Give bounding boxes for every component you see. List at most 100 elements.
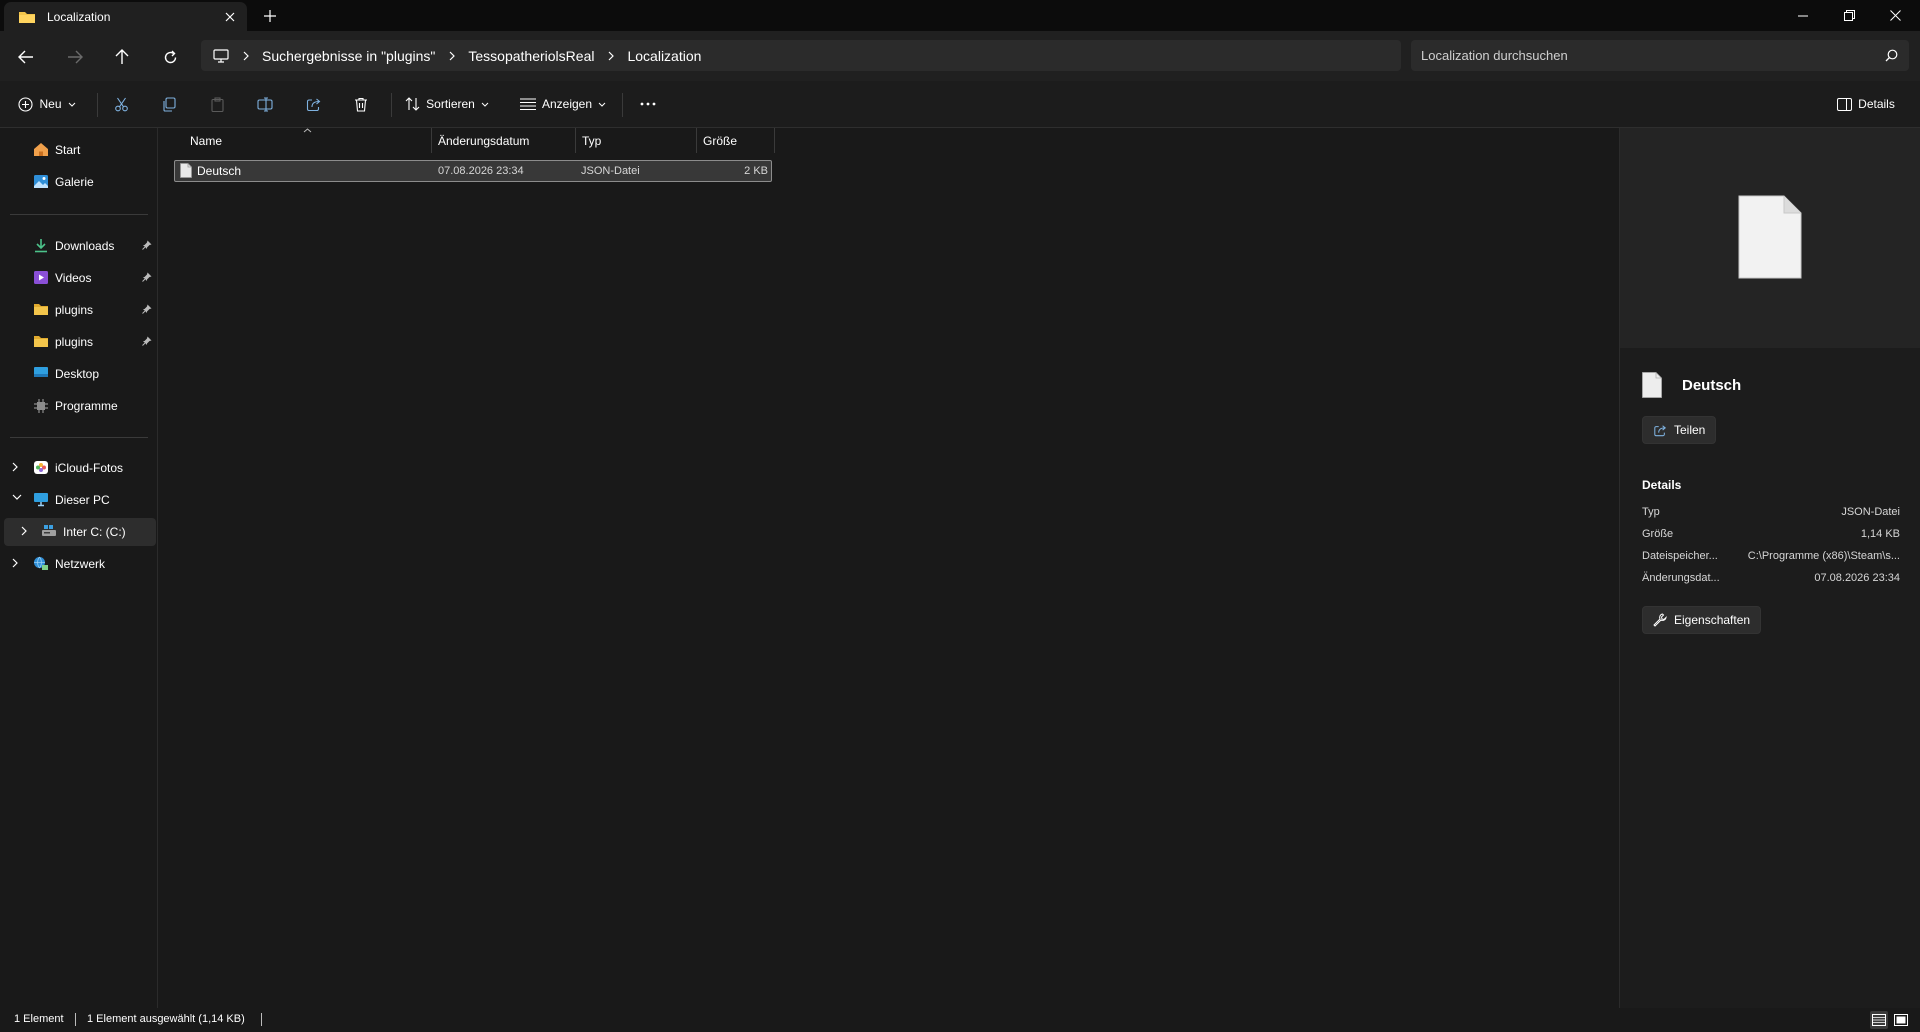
tiles-view-icon xyxy=(1894,1014,1908,1026)
sort-button-label: Sortieren xyxy=(426,97,475,111)
videos-icon xyxy=(33,270,49,285)
new-tab-button[interactable] xyxy=(258,5,282,27)
restore-icon xyxy=(1843,10,1855,21)
toolbar-separator xyxy=(391,93,392,117)
details-pane-button[interactable]: Details xyxy=(1830,89,1902,119)
sidebar-separator xyxy=(10,437,148,438)
folder-icon xyxy=(33,334,49,348)
sidebar-item-plugins-2[interactable]: plugins xyxy=(4,328,156,356)
property-type: Typ JSON-Datei xyxy=(1642,506,1900,518)
chevron-right-icon[interactable] xyxy=(12,558,18,568)
minimize-button[interactable] xyxy=(1780,0,1826,31)
desktop-icon xyxy=(33,366,49,380)
chevron-right-icon[interactable] xyxy=(608,51,615,61)
details-section-title: Details xyxy=(1642,478,1682,492)
sidebar-item-plugins[interactable]: plugins xyxy=(4,296,156,324)
sidebar-item-desktop[interactable]: Desktop xyxy=(4,360,156,388)
breadcrumb-item-search-results[interactable]: Suchergebnisse in "plugins" xyxy=(262,48,435,64)
sidebar-item-programme[interactable]: Programme xyxy=(4,392,156,420)
details-view-icon xyxy=(1872,1014,1886,1026)
breadcrumb-item-folder[interactable]: TessopatheriolsReal xyxy=(468,48,594,64)
share-button[interactable] xyxy=(298,89,328,119)
file-size: 2 KB xyxy=(744,165,768,177)
file-type: JSON-Datei xyxy=(581,165,640,177)
paste-button[interactable] xyxy=(202,89,232,119)
sidebar-item-network[interactable]: Netzwerk xyxy=(4,550,156,578)
sidebar-item-start[interactable]: Start xyxy=(4,136,156,164)
chevron-right-icon[interactable] xyxy=(21,526,27,536)
details-pane-icon xyxy=(1837,97,1853,111)
forward-button[interactable] xyxy=(60,42,90,72)
properties-button[interactable]: Eigenschaften xyxy=(1642,606,1762,634)
plus-circle-icon xyxy=(18,96,34,112)
file-icon xyxy=(180,163,192,178)
property-location: Dateispeicher... C:\Programme (x86)\Stea… xyxy=(1642,550,1900,562)
file-list: Name Änderungsdatum Typ Größe Deutsch 07… xyxy=(159,128,1619,1008)
sidebar-item-icloud-photos[interactable]: iCloud-Fotos xyxy=(4,454,156,482)
pin-icon[interactable] xyxy=(142,240,152,250)
chevron-down-icon xyxy=(481,102,489,107)
back-button[interactable] xyxy=(11,42,41,72)
ellipsis-icon xyxy=(640,102,656,106)
more-options-button[interactable] xyxy=(633,89,663,119)
chevron-down-icon[interactable] xyxy=(12,494,22,500)
drive-icon xyxy=(41,524,57,538)
sidebar-item-drive-c[interactable]: Inter C: (C:) xyxy=(4,518,156,546)
paste-icon xyxy=(210,96,225,112)
restore-button[interactable] xyxy=(1826,0,1872,31)
downloads-icon xyxy=(33,238,49,253)
up-button[interactable] xyxy=(107,42,137,72)
trash-icon xyxy=(354,97,368,112)
sidebar-item-gallery[interactable]: Galerie xyxy=(4,168,156,196)
sidebar-item-downloads[interactable]: Downloads xyxy=(4,232,156,260)
search-icon[interactable] xyxy=(1885,49,1898,62)
chevron-right-icon[interactable] xyxy=(449,51,456,61)
sort-button[interactable]: Sortieren xyxy=(400,89,494,119)
column-header-name[interactable]: Name xyxy=(184,128,432,153)
tiles-view-button[interactable] xyxy=(1892,1011,1910,1029)
share-button[interactable]: Teilen xyxy=(1642,416,1717,444)
pin-icon[interactable] xyxy=(142,304,152,314)
sidebar-item-videos[interactable]: Videos xyxy=(4,264,156,292)
tab-title: Localization xyxy=(47,10,111,24)
item-count: 1 Element xyxy=(14,1013,64,1025)
status-separator xyxy=(261,1013,262,1026)
property-modified: Änderungsdat... 07.08.2026 23:34 xyxy=(1642,572,1900,584)
table-row[interactable]: Deutsch 07.08.2026 23:34 JSON-Datei 2 KB xyxy=(174,160,772,182)
close-window-button[interactable] xyxy=(1872,0,1918,31)
programs-icon xyxy=(33,398,49,413)
rename-button[interactable] xyxy=(250,89,280,119)
copy-button[interactable] xyxy=(154,89,184,119)
chevron-down-icon xyxy=(68,102,76,107)
chevron-right-icon[interactable] xyxy=(243,51,249,61)
search-box[interactable] xyxy=(1411,40,1909,71)
new-button[interactable]: Neu xyxy=(12,89,82,119)
document-icon xyxy=(1738,195,1802,279)
tab-localization[interactable]: Localization xyxy=(4,2,247,31)
column-header-size[interactable]: Größe xyxy=(697,128,775,153)
view-button[interactable]: Anzeigen xyxy=(516,89,610,119)
column-header-modified[interactable]: Änderungsdatum xyxy=(432,128,576,153)
cut-button[interactable] xyxy=(106,89,136,119)
close-icon[interactable] xyxy=(221,8,239,26)
pin-icon[interactable] xyxy=(142,272,152,282)
breadcrumb[interactable]: Suchergebnisse in "plugins" Tessopatheri… xyxy=(201,40,1401,71)
chevron-right-icon[interactable] xyxy=(12,462,18,472)
icloud-photos-icon xyxy=(33,460,49,475)
column-header-type[interactable]: Typ xyxy=(576,128,697,153)
breadcrumb-item-current[interactable]: Localization xyxy=(627,48,701,64)
sidebar-item-this-pc[interactable]: Dieser PC xyxy=(4,486,156,514)
details-view-button[interactable] xyxy=(1870,1011,1888,1029)
search-input[interactable] xyxy=(1411,40,1871,71)
command-bar: Neu Sortieren Anzeigen Details xyxy=(0,81,1920,128)
wrench-icon xyxy=(1653,613,1667,627)
new-button-label: Neu xyxy=(39,97,62,111)
delete-button[interactable] xyxy=(346,89,376,119)
pin-icon[interactable] xyxy=(142,336,152,346)
copy-icon xyxy=(162,96,177,112)
refresh-button[interactable] xyxy=(155,42,185,72)
preview-area xyxy=(1620,128,1920,348)
pc-icon[interactable] xyxy=(213,48,229,63)
gallery-icon xyxy=(33,174,49,189)
file-icon xyxy=(1642,372,1662,398)
